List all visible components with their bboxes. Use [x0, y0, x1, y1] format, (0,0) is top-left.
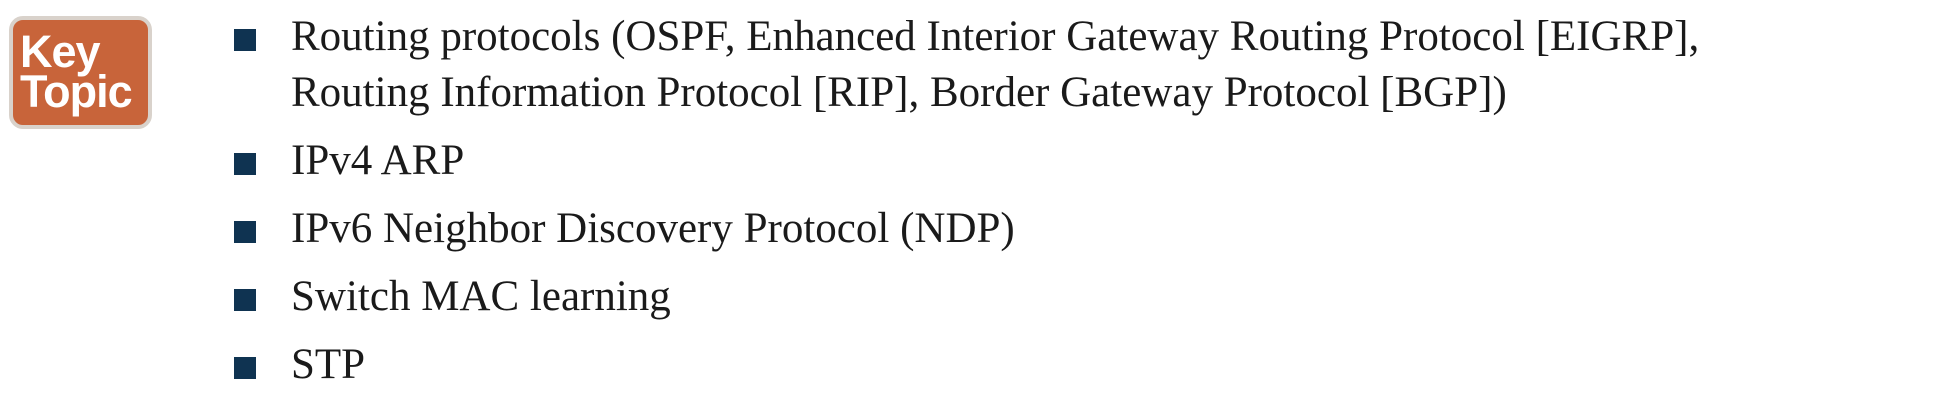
list-item-text-line2: Routing Information Protocol [RIP], Bord… [291, 69, 1507, 116]
list-item-text: IPv6 Neighbor Discovery Protocol (NDP) [291, 205, 1015, 252]
list-item-ipv4-arp: IPv4 ARP [234, 133, 1934, 189]
square-bullet-icon [234, 29, 256, 51]
square-bullet-icon [234, 153, 256, 175]
list-item-text: IPv4 ARP [291, 137, 465, 184]
list-item-text-line1: Routing protocols (OSPF, Enhanced Interi… [291, 13, 1700, 60]
list-item-stp: STP [234, 337, 1934, 393]
list-item-text: STP [291, 341, 366, 388]
list-item-ipv6-ndp: IPv6 Neighbor Discovery Protocol (NDP) [234, 201, 1934, 257]
key-topic-label-line2: Topic [20, 66, 133, 117]
square-bullet-icon [234, 221, 256, 243]
bullet-list: Routing protocols (OSPF, Enhanced Interi… [234, 9, 1934, 405]
key-topic-badge: Key Topic [9, 16, 152, 129]
list-item-text: Switch MAC learning [291, 273, 671, 320]
square-bullet-icon [234, 357, 256, 379]
list-item-routing-protocols: Routing protocols (OSPF, Enhanced Interi… [234, 9, 1934, 121]
list-item-switch-mac-learning: Switch MAC learning [234, 269, 1934, 325]
square-bullet-icon [234, 289, 256, 311]
